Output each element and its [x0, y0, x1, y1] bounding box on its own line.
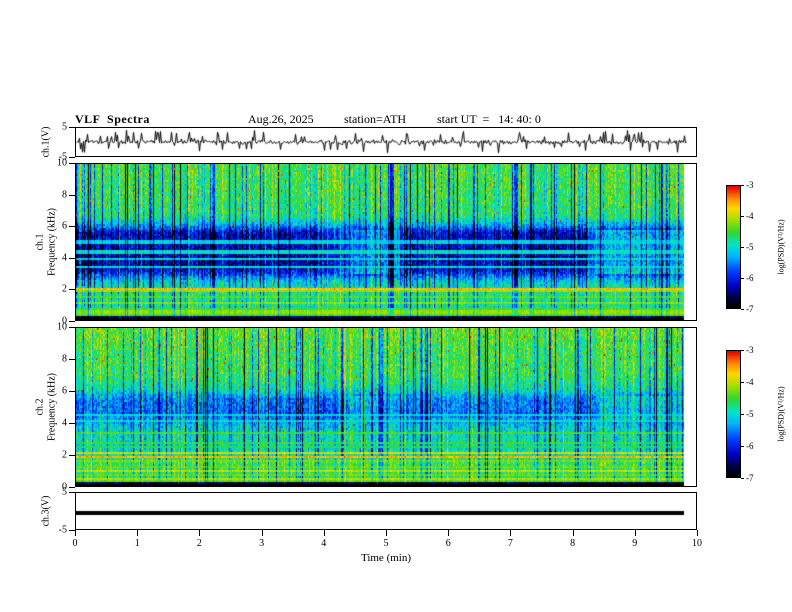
tick-mark — [69, 127, 75, 128]
ch3-waveform-canvas — [76, 493, 696, 529]
ch2-spectrogram-canvas — [76, 328, 696, 486]
y-axis-label: ch.2 Frequency (kHz) — [34, 372, 58, 442]
vlf-spectra-figure: VLF Spectra Aug.26, 2025 station=ATH sta… — [0, 0, 792, 612]
tick-mark — [741, 185, 744, 186]
y-tick-label: 10 — [57, 321, 67, 333]
colorbar-tick-label: -7 — [746, 304, 754, 314]
tick-mark — [75, 530, 76, 536]
y-tick-label: 6 — [62, 220, 67, 232]
colorbar-title: log(PSD)(V²/Hz) — [776, 219, 786, 275]
panel-ch1-waveform — [75, 127, 697, 157]
y-tick-label: 10 — [57, 157, 67, 169]
colorbar-ch1 — [726, 185, 741, 309]
tick-mark — [69, 487, 75, 488]
tick-mark — [510, 530, 511, 536]
tick-mark — [69, 359, 75, 360]
tick-mark — [69, 226, 75, 227]
tick-mark — [741, 278, 744, 279]
x-tick-label: 2 — [196, 538, 202, 549]
start-ut-label: start UT = 14: 40: 0 — [437, 112, 541, 126]
tick-mark — [69, 423, 75, 424]
y-tick-label: -5 — [58, 524, 67, 536]
colorbar-tick-label: -7 — [746, 473, 754, 483]
figure-date: Aug.26, 2025 — [248, 112, 314, 126]
colorbar-tick-label: -6 — [746, 441, 754, 451]
x-tick-label: 9 — [632, 538, 638, 549]
x-tick-label: 0 — [72, 538, 78, 549]
tick-mark — [69, 289, 75, 290]
tick-mark — [741, 382, 744, 383]
tick-mark — [69, 455, 75, 456]
colorbar-title: log(PSD)(V²/Hz) — [776, 386, 786, 442]
x-axis-title: Time (min) — [360, 552, 412, 564]
colorbar-ch2 — [726, 350, 741, 478]
tick-mark — [386, 530, 387, 536]
tick-mark — [741, 247, 744, 248]
tick-mark — [741, 350, 744, 351]
y-tick-label: 5 — [62, 121, 67, 133]
y-tick-label: 2 — [62, 283, 67, 295]
tick-mark — [69, 195, 75, 196]
panel-ch1-spectrogram — [75, 163, 697, 321]
tick-mark — [573, 530, 574, 536]
tick-mark — [324, 530, 325, 536]
panel-ch2-spectrogram — [75, 327, 697, 487]
tick-mark — [741, 414, 744, 415]
colorbar-tick-label: -5 — [746, 409, 754, 419]
x-tick-label: 10 — [692, 538, 702, 549]
tick-mark — [697, 530, 698, 536]
tick-mark — [635, 530, 636, 536]
tick-mark — [741, 478, 744, 479]
x-tick-label: 1 — [134, 538, 140, 549]
colorbar-ch2-canvas — [727, 351, 740, 477]
tick-mark — [741, 446, 744, 447]
colorbar-ch1-canvas — [727, 186, 740, 308]
y-tick-label: 2 — [62, 449, 67, 461]
x-tick-label: 6 — [445, 538, 451, 549]
y-tick-label: 6 — [62, 385, 67, 397]
colorbar-tick-label: -3 — [746, 345, 754, 355]
tick-mark — [69, 391, 75, 392]
panel-ch3-waveform — [75, 492, 697, 530]
tick-mark — [199, 530, 200, 536]
y-tick-label: 4 — [62, 252, 67, 264]
y-axis-label: ch.3(V) — [40, 495, 52, 527]
y-tick-label: 8 — [62, 353, 67, 365]
tick-mark — [448, 530, 449, 536]
tick-mark — [741, 309, 744, 310]
figure-title: VLF Spectra — [75, 112, 150, 126]
tick-mark — [69, 492, 75, 493]
tick-mark — [69, 163, 75, 164]
y-tick-label: 5 — [62, 486, 67, 498]
x-tick-label: 7 — [507, 538, 513, 549]
x-tick-label: 8 — [570, 538, 576, 549]
tick-mark — [262, 530, 263, 536]
tick-mark — [741, 216, 744, 217]
colorbar-tick-label: -5 — [746, 242, 754, 252]
tick-mark — [137, 530, 138, 536]
tick-mark — [69, 327, 75, 328]
ch1-spectrogram-canvas — [76, 164, 696, 320]
colorbar-tick-label: -3 — [746, 180, 754, 190]
colorbar-tick-label: -6 — [746, 273, 754, 283]
x-tick-label: 3 — [259, 538, 265, 549]
station-label: station=ATH — [344, 112, 407, 126]
ch1-waveform-canvas — [76, 128, 696, 156]
tick-mark — [69, 321, 75, 322]
tick-mark — [69, 258, 75, 259]
y-axis-label: ch.1 Frequency (kHz) — [34, 207, 58, 277]
x-tick-label: 5 — [383, 538, 389, 549]
tick-mark — [69, 157, 75, 158]
colorbar-tick-label: -4 — [746, 377, 754, 387]
x-tick-label: 4 — [321, 538, 327, 549]
y-tick-label: 8 — [62, 189, 67, 201]
y-axis-label: ch.1(V) — [40, 126, 52, 158]
colorbar-tick-label: -4 — [746, 211, 754, 221]
y-tick-label: 4 — [62, 417, 67, 429]
